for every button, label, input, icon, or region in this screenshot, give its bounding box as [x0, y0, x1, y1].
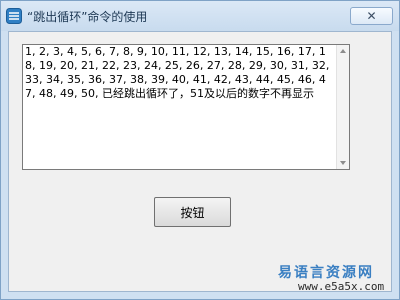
watermark-title: 易语言资源网 — [278, 265, 374, 281]
close-icon: ✕ — [366, 9, 377, 23]
output-textbox[interactable]: 1, 2, 3, 4, 5, 6, 7, 8, 9, 10, 11, 12, 1… — [22, 44, 350, 170]
title-bar[interactable]: “跳出循环”命令的使用 ✕ — [1, 1, 399, 31]
action-button[interactable]: 按钮 — [154, 197, 231, 227]
scroll-down-icon[interactable] — [340, 161, 346, 165]
close-button[interactable]: ✕ — [350, 7, 393, 25]
scroll-up-icon[interactable] — [340, 49, 346, 53]
app-icon — [6, 8, 22, 24]
app-window: “跳出循环”命令的使用 ✕ 1, 2, 3, 4, 5, 6, 7, 8, 9,… — [0, 0, 400, 300]
watermark-url: www.e5a5x.com — [298, 280, 385, 293]
vertical-scrollbar[interactable] — [336, 45, 349, 169]
window-title: “跳出循环”命令的使用 — [27, 10, 148, 24]
output-text: 1, 2, 3, 4, 5, 6, 7, 8, 9, 10, 11, 12, 1… — [25, 45, 330, 100]
